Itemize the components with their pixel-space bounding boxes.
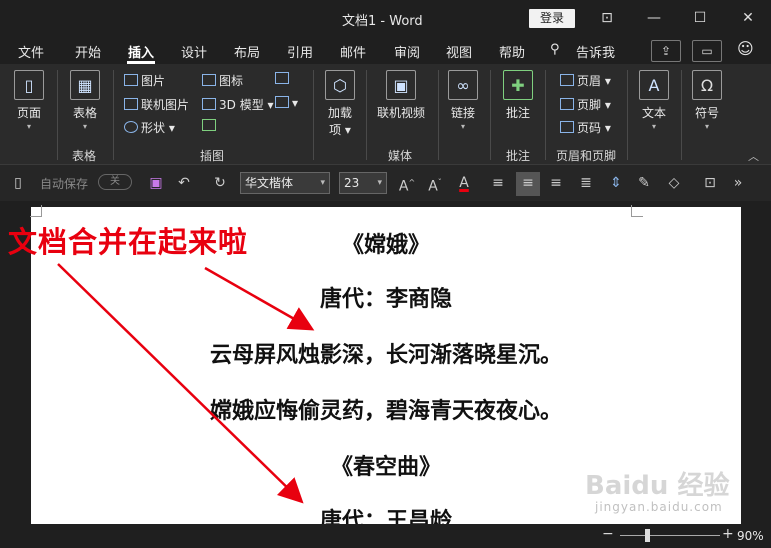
baidu-watermark-url: jingyan.baidu.com	[595, 500, 723, 514]
arrow-to-first-doc	[204, 266, 315, 331]
status-bar: − + 90%	[0, 524, 771, 548]
baidu-watermark: Baidu 经验	[585, 471, 730, 501]
zoom-out-icon[interactable]: −	[602, 526, 614, 542]
arrow-to-second-doc	[57, 263, 304, 504]
zoom-slider-thumb[interactable]	[645, 529, 650, 542]
zoom-slider[interactable]	[620, 535, 720, 536]
zoom-in-icon[interactable]: +	[722, 526, 734, 542]
zoom-level[interactable]: 90%	[737, 529, 764, 543]
